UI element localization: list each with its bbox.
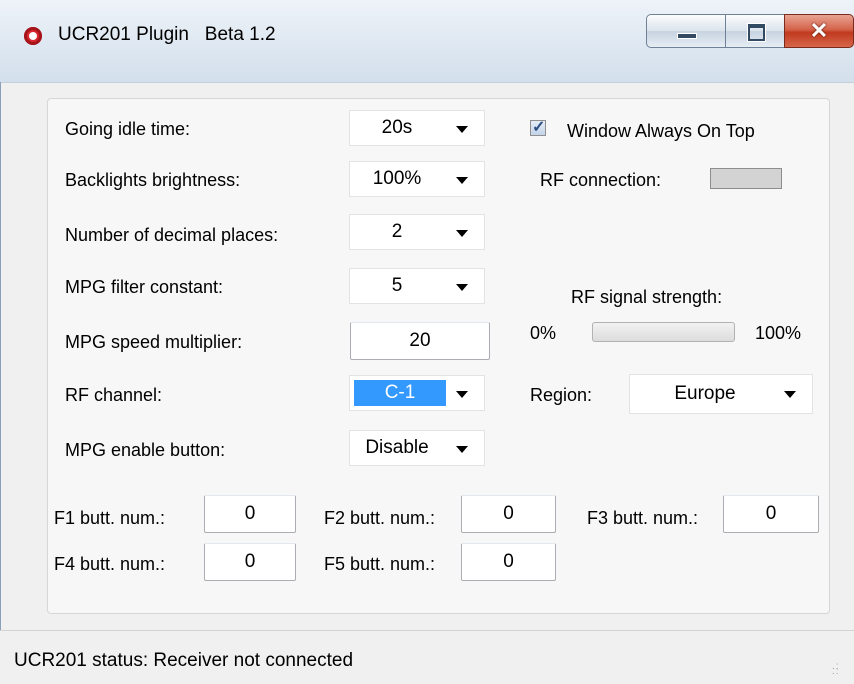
always-on-top-label[interactable]: Window Always On Top	[567, 120, 755, 142]
region-label: Region:	[530, 385, 593, 405]
rf-channel-dropdown[interactable]: C-1	[349, 375, 485, 411]
chevron-down-icon	[784, 391, 796, 398]
minimize-button[interactable]	[646, 14, 726, 48]
f5-input[interactable]: 0	[461, 543, 556, 581]
mpg-speed-input[interactable]: 20	[350, 322, 490, 360]
decimals-label: Number of decimal places:	[65, 225, 279, 245]
f1-label: F1 butt. num.:	[54, 508, 166, 528]
status-bar: UCR201 status: Receiver not connected .:…	[0, 630, 854, 684]
rf-signal-max-label: 100%	[755, 323, 802, 343]
resize-grip-icon[interactable]: .:.:	[832, 662, 846, 678]
decimals-value: 2	[391, 221, 403, 242]
mpg-enable-value: Disable	[365, 437, 429, 458]
mpg-filter-value: 5	[391, 275, 403, 296]
rf-signal-label: RF signal strength:	[571, 287, 723, 307]
plugin-window: UCR201 Plugin Beta 1.2 ✕ Going idle time…	[0, 0, 854, 684]
idle-time-dropdown[interactable]: 20s	[349, 110, 485, 146]
mpg-filter-dropdown[interactable]: 5	[349, 268, 485, 304]
always-on-top-checkbox[interactable]: ✓	[530, 119, 546, 136]
backlight-dropdown[interactable]: 100%	[349, 161, 485, 197]
f4-input[interactable]: 0	[204, 543, 296, 581]
f1-input[interactable]: 0	[204, 495, 296, 533]
chevron-down-icon	[456, 126, 468, 133]
chevron-down-icon	[456, 446, 468, 453]
f2-input[interactable]: 0	[461, 495, 556, 533]
maximize-button[interactable]	[725, 14, 785, 48]
checkmark-icon: ✓	[532, 119, 546, 136]
backlight-value: 100%	[372, 168, 422, 189]
status-text: UCR201 status: Receiver not connected	[14, 650, 354, 671]
rf-connection-indicator	[710, 168, 782, 189]
mpg-enable-label: MPG enable button:	[65, 440, 226, 460]
idle-time-value: 20s	[381, 117, 413, 138]
mpg-speed-label: MPG speed multiplier:	[65, 332, 243, 352]
maximize-icon	[748, 24, 765, 41]
backlight-label: Backlights brightness:	[65, 170, 241, 190]
close-icon: ✕	[809, 18, 829, 43]
minimize-icon	[677, 33, 697, 39]
title-bar[interactable]: UCR201 Plugin Beta 1.2 ✕	[0, 0, 854, 83]
f3-label: F3 butt. num.:	[587, 508, 699, 528]
rf-signal-min-label: 0%	[530, 323, 557, 343]
rf-channel-label: RF channel:	[65, 385, 163, 405]
idle-time-label: Going idle time:	[65, 119, 191, 139]
f5-label: F5 butt. num.:	[324, 554, 436, 574]
window-border	[0, 82, 1, 630]
region-dropdown[interactable]: Europe	[629, 374, 813, 414]
rf-signal-progress-bar	[592, 322, 735, 342]
chevron-down-icon	[456, 284, 468, 291]
app-logo-icon	[24, 27, 42, 45]
f2-label: F2 butt. num.:	[324, 508, 436, 528]
mpg-enable-dropdown[interactable]: Disable	[349, 430, 485, 466]
region-value: Europe	[674, 383, 736, 404]
rf-connection-label: RF connection:	[540, 170, 662, 190]
window-title: UCR201 Plugin Beta 1.2	[58, 24, 276, 45]
decimals-dropdown[interactable]: 2	[349, 214, 485, 250]
f4-label: F4 butt. num.:	[54, 554, 166, 574]
chevron-down-icon	[456, 177, 468, 184]
rf-channel-value: C-1	[354, 380, 446, 406]
chevron-down-icon	[456, 230, 468, 237]
mpg-filter-label: MPG filter constant:	[65, 277, 224, 297]
close-button[interactable]: ✕	[784, 14, 854, 48]
chevron-down-icon	[456, 391, 468, 398]
f3-input[interactable]: 0	[723, 495, 819, 533]
